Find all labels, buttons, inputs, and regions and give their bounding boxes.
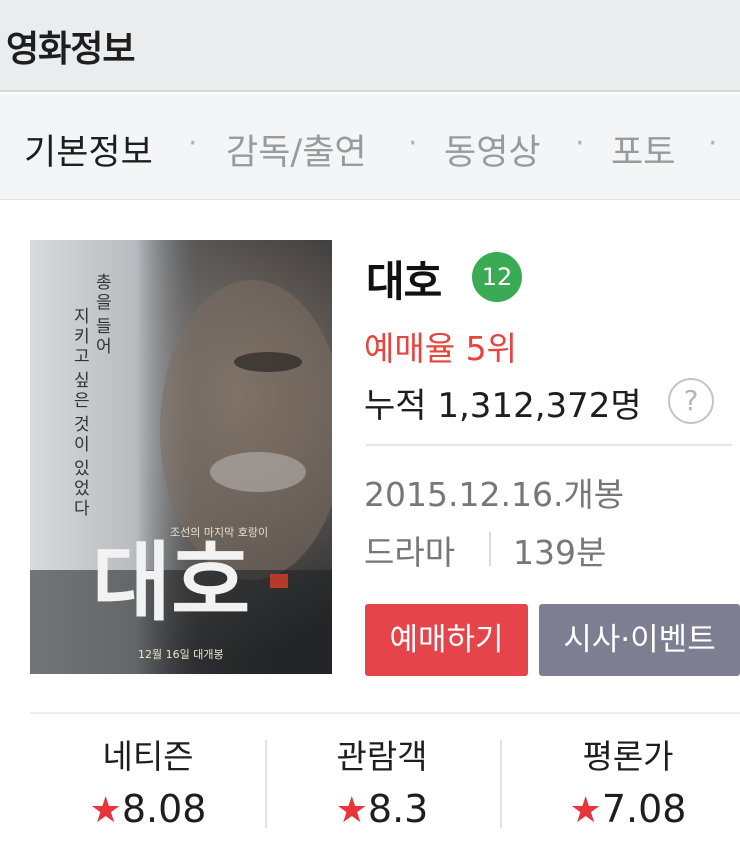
score-value: 7.08 bbox=[601, 787, 687, 831]
booking-rank: 예매율 5위 bbox=[364, 329, 517, 368]
poster-release-line: 12월 16일 대개봉 bbox=[138, 647, 224, 661]
svg-text:지: 지 bbox=[74, 307, 90, 327]
tab-director-cast[interactable]: 감독/출연 bbox=[226, 124, 367, 175]
release-date: 2015.12.16.개봉 bbox=[364, 475, 625, 514]
poster-tagline-1: 총 bbox=[96, 273, 112, 293]
movie-poster[interactable]: 총 을 들 어 지 키 고 싶 은 것 이 있 었 다 조선의 마지막 호랑이 … bbox=[30, 240, 332, 674]
top-header: 영화정보 bbox=[0, 0, 740, 92]
poster-title-art: 대호 bbox=[92, 532, 250, 633]
score-netizen[interactable]: 네티즌 ★8.08 bbox=[48, 734, 248, 834]
tab-video[interactable]: 동영상 bbox=[444, 124, 541, 175]
age-rating-badge: 12 bbox=[472, 252, 522, 302]
poster-seal bbox=[270, 574, 288, 588]
svg-text:어: 어 bbox=[96, 337, 112, 357]
poster-image: 총 을 들 어 지 키 고 싶 은 것 이 있 었 다 조선의 마지막 호랑이 … bbox=[30, 240, 332, 674]
movie-title[interactable]: 대호 bbox=[366, 248, 442, 309]
svg-text:키: 키 bbox=[74, 327, 90, 347]
score-label: 네티즌 bbox=[102, 737, 194, 776]
svg-text:을: 을 bbox=[96, 293, 112, 313]
svg-text:있: 있 bbox=[74, 459, 90, 479]
score-value: 8.08 bbox=[121, 787, 207, 831]
score-audience[interactable]: 관람객 ★8.3 bbox=[282, 734, 482, 834]
tab-separator: · bbox=[408, 126, 418, 161]
divider bbox=[366, 444, 732, 446]
column-divider bbox=[500, 740, 502, 828]
column-divider bbox=[265, 740, 267, 828]
tab-bar: 기본정보 · 감독/출연 · 동영상 · 포토 · bbox=[0, 94, 740, 200]
svg-text:들: 들 bbox=[96, 317, 112, 337]
score-value: 8.3 bbox=[367, 787, 429, 831]
star-icon: ★ bbox=[335, 790, 368, 831]
preview-event-button[interactable]: 시사·이벤트 bbox=[539, 604, 740, 676]
runtime: 139분 bbox=[513, 533, 607, 572]
divider bbox=[30, 712, 740, 714]
tab-separator: · bbox=[708, 126, 718, 161]
page-title: 영화정보 bbox=[6, 29, 135, 70]
svg-text:고: 고 bbox=[74, 347, 90, 367]
genre: 드라마 bbox=[364, 533, 456, 572]
svg-text:은: 은 bbox=[74, 391, 90, 411]
help-icon[interactable]: ? bbox=[668, 378, 714, 424]
tab-basic-info[interactable]: 기본정보 bbox=[24, 124, 153, 175]
book-ticket-button[interactable]: 예매하기 bbox=[365, 604, 528, 676]
svg-text:싶: 싶 bbox=[74, 371, 90, 391]
tab-separator: · bbox=[188, 126, 198, 161]
cumulative-audience: 누적 1,312,372명 bbox=[364, 386, 642, 426]
star-icon: ★ bbox=[89, 790, 122, 831]
svg-text:다: 다 bbox=[74, 499, 90, 519]
svg-text:었: 었 bbox=[74, 479, 90, 499]
tab-separator: · bbox=[575, 126, 585, 161]
svg-text:것: 것 bbox=[74, 415, 90, 435]
tab-photo[interactable]: 포토 bbox=[611, 124, 675, 175]
inline-divider bbox=[489, 532, 491, 566]
score-label: 평론가 bbox=[582, 737, 674, 776]
score-label: 관람객 bbox=[336, 737, 428, 776]
score-critic[interactable]: 평론가 ★7.08 bbox=[528, 734, 728, 834]
svg-text:이: 이 bbox=[74, 435, 90, 455]
star-icon: ★ bbox=[569, 790, 602, 831]
